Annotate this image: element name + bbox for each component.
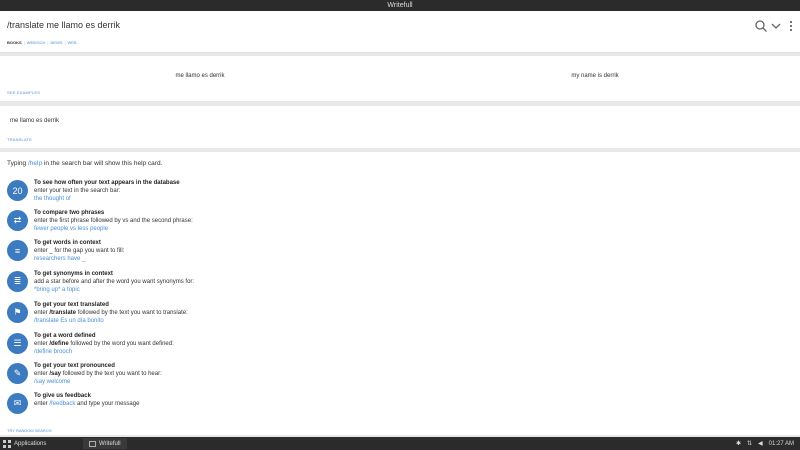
define-list-icon: ☰ <box>7 333 28 354</box>
help-card: Typing /help in the search bar will show… <box>0 152 800 435</box>
comparison-card: me llamo es derrik my name is derrik SEE… <box>0 56 800 101</box>
help-item-example-link[interactable]: /define brooch <box>34 349 174 357</box>
help-command: /define <box>49 340 69 347</box>
taskbar-window-label: Writefull <box>99 440 121 447</box>
chevron-down-icon[interactable] <box>769 19 783 33</box>
network-icon[interactable]: ⇅ <box>747 440 752 447</box>
help-command: /translate <box>49 309 77 316</box>
tab-books[interactable]: BOOKS <box>7 40 22 45</box>
help-item-title: To get your text translated <box>34 302 109 308</box>
help-item-text: To see how often your text appears in th… <box>34 180 180 203</box>
help-item-title: To get synonyms in context <box>34 271 113 277</box>
search-icon[interactable] <box>754 19 768 33</box>
search-input[interactable]: /translate me llamo es derrik <box>7 20 120 30</box>
translate-link[interactable]: TRANSLATE <box>7 137 32 142</box>
database-count-icon: 20 <box>7 180 28 201</box>
help-item-title: To get a word defined <box>34 333 96 339</box>
context-icon: ≡ <box>7 240 28 261</box>
help-item-description: enter your text in the search bar: <box>34 187 121 194</box>
random-search-link[interactable]: TRY RANDOM SEARCH <box>7 428 52 433</box>
help-item-title: To compare two phrases <box>34 210 105 216</box>
help-item-title: To get your text pronounced <box>34 363 115 369</box>
volume-icon[interactable]: ◀ <box>758 440 763 447</box>
help-item-example-link[interactable]: /translate Es un día bonito <box>34 318 188 326</box>
clock[interactable]: 01:27 AM <box>769 441 794 447</box>
help-item-example-link[interactable]: *bring up* a topic <box>34 287 194 295</box>
compare-right-phrase: my name is derrik <box>571 73 619 79</box>
window-icon <box>89 440 96 447</box>
help-item-title: To see how often your text appears in th… <box>34 180 180 186</box>
translate-source-text: me llamo es derrik <box>10 118 60 124</box>
help-item-description: enter _ for the gap you want to fill: <box>34 247 125 254</box>
tab-separator: | <box>47 40 49 45</box>
help-item-text: To get your text pronounced enter /say fo… <box>34 363 162 386</box>
help-item-description: enter /say followed by the text you want… <box>34 370 162 377</box>
help-item-example-link[interactable]: fewer people vs less people <box>34 226 193 234</box>
applications-icon <box>3 440 11 448</box>
help-item-description: enter the first phrase followed by vs an… <box>34 217 193 224</box>
tab-news[interactable]: NEWS <box>50 40 62 45</box>
see-examples-link[interactable]: SEE EXAMPLES <box>7 90 40 95</box>
help-item-text: To give us feedback enter /feedback and t… <box>34 393 139 409</box>
speaker-icon: ✎ <box>7 363 28 384</box>
help-item-text: To get words in context enter _ for the g… <box>34 240 124 263</box>
feedback-chat-icon: ✉ <box>7 393 28 414</box>
help-item-title: To get words in context <box>34 240 101 246</box>
help-item-example-link[interactable]: researchers have _ <box>34 256 124 264</box>
synonyms-icon: ≣ <box>7 271 28 292</box>
source-tabs: BOOKS | WEB/SCH | NEWS | WEB <box>7 40 77 45</box>
tab-web[interactable]: WEB <box>67 40 76 45</box>
applications-label: Applications <box>14 441 47 447</box>
help-item-description: enter /feedback and type your message <box>34 400 140 407</box>
help-item-description: enter /translate followed by the text yo… <box>34 309 188 316</box>
search-header: /translate me llamo es derrik BOOKS | WE… <box>0 11 800 53</box>
help-command: /help <box>27 160 43 167</box>
compare-icon: ⇄ <box>7 210 28 231</box>
help-item-text: To get a word defined enter /define follo… <box>34 333 174 356</box>
translate-flag-icon: ⚑ <box>7 302 28 323</box>
help-item-text: To get synonyms in context add a star bef… <box>34 271 194 294</box>
help-command[interactable]: /feedback <box>49 401 75 407</box>
compare-left-phrase: me llamo es derrik <box>175 73 225 79</box>
system-tray: ✱ ⇅ ◀ 01:27 AM <box>736 440 794 448</box>
help-item-title: To give us feedback <box>34 393 91 399</box>
applications-menu[interactable]: Applications <box>3 440 46 448</box>
help-command: /say <box>49 370 62 377</box>
help-item-text: To get your text translated enter /transl… <box>34 302 188 325</box>
taskbar: Applications Writefull ✱ ⇅ ◀ 01:27 AM <box>0 437 800 450</box>
tab-separator: | <box>23 40 25 45</box>
bluetooth-icon[interactable]: ✱ <box>736 440 741 447</box>
window-title: Writefull <box>0 0 800 11</box>
help-item-text: To compare two phrases enter the first ph… <box>34 210 193 233</box>
help-intro: Typing /help in the search bar will show… <box>7 160 163 167</box>
help-item-description: add a star before and after the word you… <box>34 278 195 285</box>
help-item-description: enter /define followed by the word you w… <box>34 340 174 347</box>
tab-websch[interactable]: WEB/SCH <box>27 40 46 45</box>
help-item-example-link[interactable]: /say welcome <box>34 379 162 387</box>
taskbar-window-button[interactable]: Writefull <box>83 438 127 449</box>
help-item-example-link[interactable]: the thought of <box>34 196 180 204</box>
more-menu-icon[interactable] <box>784 19 798 33</box>
tab-separator: | <box>64 40 66 45</box>
translate-card: me llamo es derrik TRANSLATE <box>0 106 800 148</box>
